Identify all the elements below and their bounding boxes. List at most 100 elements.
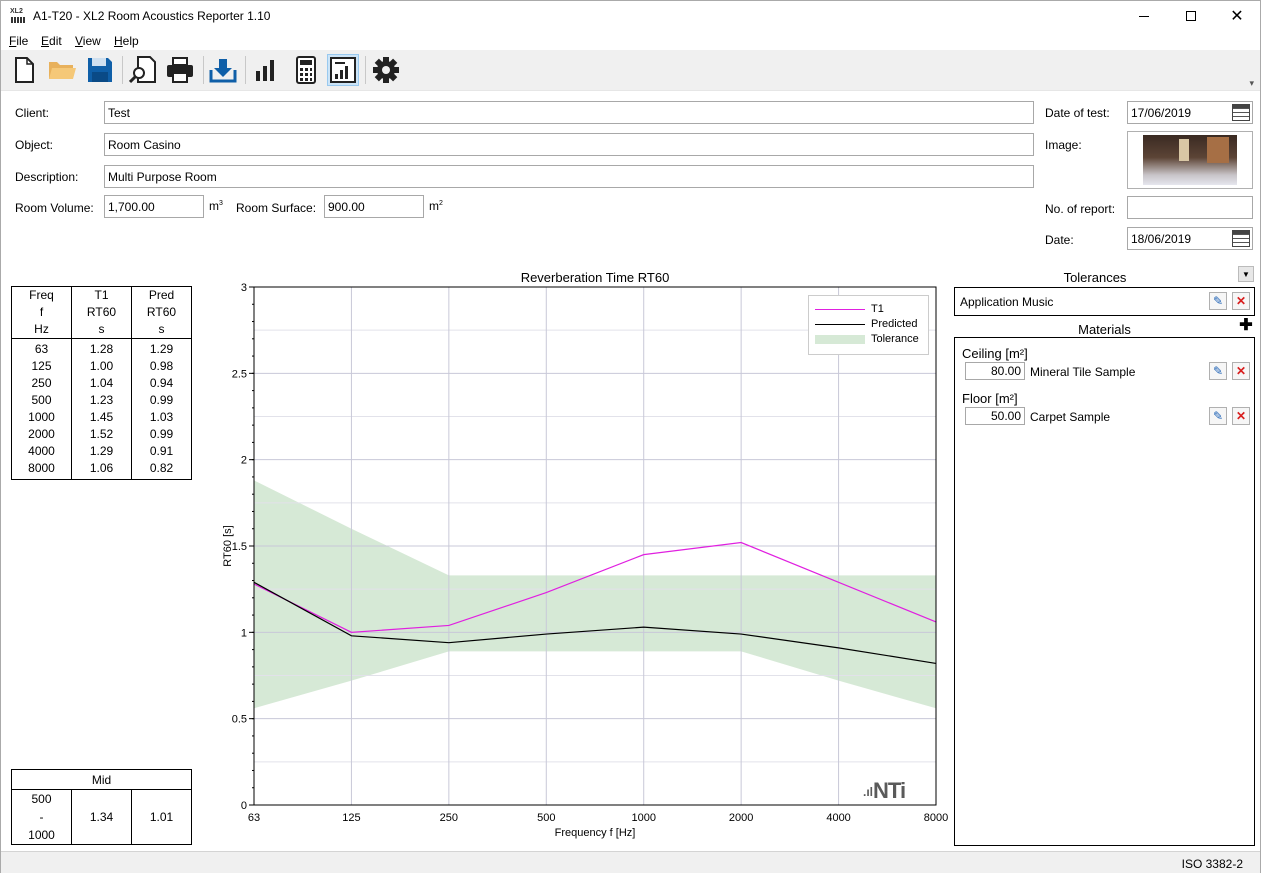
material-area-input[interactable]: 50.00 xyxy=(965,407,1025,425)
y-tick-label: 2.5 xyxy=(232,368,247,380)
calculator-icon xyxy=(296,56,316,84)
date-field[interactable]: 18/06/2019 xyxy=(1127,227,1253,250)
table-row: 250 1.04 0.94 xyxy=(12,375,192,392)
mid-range-cell: 500-1000 xyxy=(28,792,55,842)
rt60-chart: 00.511.522.5363 125 250 500 1000 2000 4000 8000… xyxy=(222,282,948,839)
description-field[interactable]: Multi Purpose Room xyxy=(104,165,1034,188)
image-box[interactable] xyxy=(1127,131,1253,189)
calculator-button[interactable] xyxy=(290,54,322,86)
report-chart-icon xyxy=(330,57,356,83)
pencil-icon: ✎ xyxy=(1212,409,1224,423)
table-row: 125 1.00 0.98 xyxy=(12,358,192,375)
material-name: Carpet Sample xyxy=(1030,410,1111,424)
x-tick-label: 1000 xyxy=(631,812,655,824)
object-field[interactable]: Room Casino xyxy=(104,133,1034,156)
close-button[interactable]: ✕ xyxy=(1214,1,1260,31)
y-tick-label: 0 xyxy=(241,800,247,812)
nti-logo: .ılNTi xyxy=(863,778,906,803)
print-preview-icon xyxy=(129,56,156,84)
no-of-report-field[interactable] xyxy=(1127,196,1253,219)
mid-table: Mid 500-1000 1.34 1.01 xyxy=(11,769,192,845)
table-cell: 0.94 xyxy=(131,375,192,392)
report-button[interactable] xyxy=(327,54,359,86)
close-icon: ✕ xyxy=(1235,294,1247,308)
legend-swatch-t1 xyxy=(815,309,865,310)
maximize-button[interactable] xyxy=(1168,1,1214,31)
chart-legend: T1 Predicted Tolerance xyxy=(808,295,929,355)
table-cell: 0.99 xyxy=(131,426,192,443)
delete-material-button[interactable]: ✕ xyxy=(1232,407,1250,425)
new-file-button[interactable] xyxy=(8,54,40,86)
table-cell: 2000 xyxy=(28,427,55,441)
table-cell: 1.00 xyxy=(71,358,132,375)
no-of-report-label: No. of report: xyxy=(1045,202,1116,216)
table-cell: 1.23 xyxy=(71,392,132,409)
material-name: Mineral Tile Sample xyxy=(1030,365,1136,379)
rt60-table: Freq f Hz T1 RT60 s Pred RT60 s 63 1.28 1.29 125… xyxy=(11,286,192,480)
table-cell: 1000 xyxy=(28,410,55,424)
table-row: 8000 1.06 0.82 xyxy=(12,460,192,480)
edit-material-button[interactable]: ✎ xyxy=(1209,407,1227,425)
table-row: 500-1000 1.34 1.01 xyxy=(12,789,192,845)
mid-pred-cell: 1.01 xyxy=(131,789,192,845)
room-volume-unit: m3 xyxy=(209,199,223,213)
settings-button[interactable] xyxy=(370,54,402,86)
delete-material-button[interactable]: ✕ xyxy=(1232,362,1250,380)
table-row: 63 1.28 1.29 xyxy=(12,338,192,358)
toolbar: ▾ xyxy=(1,50,1260,91)
table-cell: 125 xyxy=(31,359,52,373)
menu-view[interactable]: View xyxy=(75,34,101,48)
window-title: A1-T20 - XL2 Room Acoustics Reporter 1.1… xyxy=(33,9,271,23)
room-volume-field[interactable]: 1,700.00 xyxy=(104,195,204,218)
print-button[interactable] xyxy=(164,54,196,86)
legend-item-predicted: Predicted xyxy=(815,318,927,332)
table-cell: 8000 xyxy=(28,461,55,475)
materials-panel: Ceiling [m²] 80.00 Mineral Tile Sample ✎… xyxy=(954,337,1255,846)
x-tick-label: 500 xyxy=(537,812,555,824)
save-button[interactable] xyxy=(84,54,116,86)
chevron-down-icon: ▼ xyxy=(1242,269,1250,279)
date-of-test-field[interactable]: 17/06/2019 xyxy=(1127,101,1253,124)
menu-help[interactable]: Help xyxy=(114,34,139,48)
calendar-icon[interactable] xyxy=(1232,230,1250,247)
app-window: XL2 A1-T20 - XL2 Room Acoustics Reporter… xyxy=(0,0,1261,873)
menu-file[interactable]: File xyxy=(9,34,28,48)
bar-chart-icon xyxy=(256,60,274,81)
table-cell: 250 xyxy=(31,376,52,390)
minimize-button[interactable] xyxy=(1121,1,1167,31)
delete-tolerance-button[interactable]: ✕ xyxy=(1232,292,1250,310)
tolerances-dropdown-button[interactable]: ▼ xyxy=(1238,266,1254,282)
material-area-input[interactable]: 80.00 xyxy=(965,362,1025,380)
close-icon: ✕ xyxy=(1235,409,1247,423)
menu-edit[interactable]: Edit xyxy=(41,34,62,48)
download-icon xyxy=(209,59,237,83)
room-surface-field[interactable]: 900.00 xyxy=(324,195,424,218)
t1-header: T1 RT60 s xyxy=(71,286,132,339)
download-button[interactable] xyxy=(207,54,239,86)
pred-header: Pred RT60 s xyxy=(131,286,192,339)
edit-tolerance-button[interactable]: ✎ xyxy=(1209,292,1227,310)
table-cell: 1.29 xyxy=(71,443,132,460)
y-tick-label: 0.5 xyxy=(232,714,247,726)
open-button[interactable] xyxy=(46,54,78,86)
edit-material-button[interactable]: ✎ xyxy=(1209,362,1227,380)
table-cell: 0.82 xyxy=(131,460,192,480)
table-row: 1000 1.45 1.03 xyxy=(12,409,192,426)
table-cell: 1.06 xyxy=(71,460,132,480)
bar-chart-button[interactable] xyxy=(250,54,282,86)
tolerance-item-label: Application Music xyxy=(960,295,1054,309)
x-axis-label: Frequency f [Hz] xyxy=(555,827,636,839)
calendar-icon[interactable] xyxy=(1232,104,1250,121)
x-tick-label: 250 xyxy=(440,812,458,824)
y-tick-label: 1 xyxy=(241,627,247,639)
print-preview-button[interactable] xyxy=(127,54,159,86)
legend-swatch-tolerance xyxy=(815,335,865,344)
new-file-icon xyxy=(15,57,34,83)
toolbar-overflow-icon[interactable]: ▾ xyxy=(1249,78,1254,89)
plus-icon: ✚ xyxy=(1239,317,1253,334)
legend-item-t1: T1 xyxy=(815,303,927,317)
table-cell: 1.04 xyxy=(71,375,132,392)
add-material-button[interactable]: ✚ xyxy=(1239,317,1253,334)
client-field[interactable]: Test xyxy=(104,101,1034,124)
material-group-title: Ceiling [m²] xyxy=(962,346,1028,361)
